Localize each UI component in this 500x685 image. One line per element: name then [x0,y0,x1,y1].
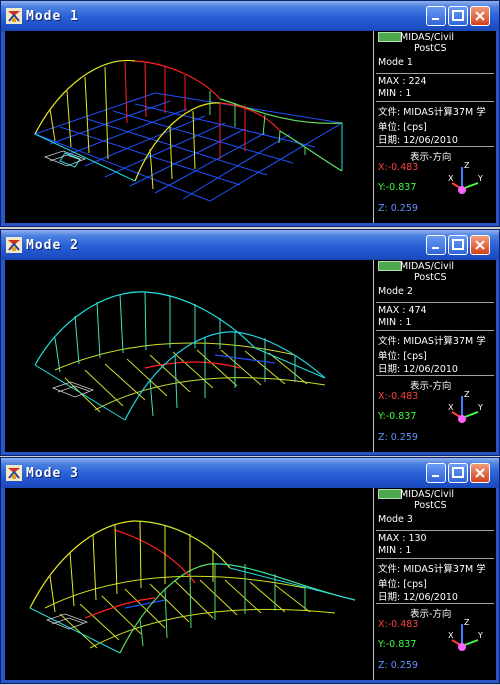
minimize-button[interactable] [426,235,446,255]
product-name: MIDAS/Civil [400,32,455,43]
mode-1-window[interactable]: Mode 1 MIDAS/Civil PostCS Mode 1 MAX: 2… [0,0,500,227]
date-label: 日期: 12/06/2010 [378,592,458,603]
midas-app-icon[interactable] [6,465,22,481]
product-name: MIDAS/Civil [400,489,455,500]
window-title: Mode 2 [26,238,79,253]
title-bar[interactable]: Mode 3 [1,458,499,488]
z-direction: Z: 0.259 [378,432,418,443]
axis-triad-icon: Z Y X [448,390,483,423]
maximize-button[interactable] [448,235,468,255]
y-direction: Y:-0.837 [378,639,417,650]
z-direction: Z: 0.259 [378,660,418,671]
window-title: Mode 1 [26,9,79,24]
maximize-button[interactable] [448,463,468,483]
minimize-button[interactable] [426,6,446,26]
window-title: Mode 3 [26,466,79,481]
file-label: 文件: MIDAS计算37M 学 [378,336,486,347]
max-value: MAX : 474 [378,305,427,316]
y-direction: Y:-0.837 [378,411,417,422]
svg-text:X: X [448,631,454,640]
mode-label: Mode 3 [378,514,413,525]
min-value: MIN : 1 [378,317,412,328]
svg-text:X: X [448,174,454,183]
close-button[interactable] [470,6,490,26]
minimize-button[interactable] [426,463,446,483]
svg-text:Y: Y [477,174,483,183]
maximize-icon [452,467,464,478]
mode-label: Mode 2 [378,286,413,297]
close-icon [475,240,485,250]
minimize-icon [432,18,439,20]
window-client-area: MIDAS/Civil PostCS Mode 1 MAX : 224 MIN … [5,31,496,223]
svg-text:Z: Z [464,161,470,170]
unit-label: 单位: [cps] [378,351,427,362]
svg-text:X: X [448,403,454,412]
window-client-area: MIDAS/Civil PostCS Mode 2 MAX : 474 MIN … [5,260,496,452]
midas-app-icon[interactable] [6,8,22,24]
maximize-button[interactable] [448,6,468,26]
legend-panel: MIDAS/Civil PostCS Mode 2 MAX : 474 MIN … [373,260,496,452]
max-value: MAX : 130 [378,533,427,544]
mode-label: Mode 1 [378,57,413,68]
svg-text:Y: Y [477,403,483,412]
model-viewport[interactable] [5,488,372,680]
unit-label: 单位: [cps] [378,579,427,590]
maximize-icon [452,239,464,250]
x-direction: X:-0.483 [378,391,419,402]
z-direction: Z: 0.259 [378,203,418,214]
file-label: 文件: MIDAS计算37M 学 [378,107,486,118]
product-name: MIDAS/Civil [400,261,455,272]
title-bar[interactable]: Mode 1 [1,1,499,31]
view-direction-label: 表示-方向 [410,381,452,392]
midas-logo [378,32,402,42]
mode-3-window[interactable]: Mode 3 MIDAS/Civil PostCS Mode 3 MAX: 1… [0,457,500,684]
bridge-mode-shape-3 [29,520,356,654]
x-direction: X:-0.483 [378,619,419,630]
min-value: MIN : 1 [378,545,412,556]
unit-label: 单位: [cps] [378,122,427,133]
midas-logo [378,261,402,271]
svg-text:Z: Z [464,390,470,399]
bridge-mode-shape-2 [34,291,326,421]
axis-triad-icon: Z Y X [448,161,483,194]
window-client-area: MIDAS/Civil PostCS Mode 3 MAX : 130 MIN … [5,488,496,680]
close-icon [475,468,485,478]
mode-2-window[interactable]: Mode 2 MIDAS/Civil PostCS Mode 2 MAX: 4… [0,229,500,456]
x-direction: X:-0.483 [378,162,419,173]
bridge-mode-shape-1 [33,59,344,202]
minimize-icon [432,247,439,249]
midas-logo [378,489,402,499]
svg-text:Z: Z [464,618,470,627]
model-viewport[interactable] [5,31,372,223]
min-value: MIN : 1 [378,88,412,99]
postcs-label: PostCS [414,43,447,54]
date-label: 日期: 12/06/2010 [378,364,458,375]
minimize-icon [432,475,439,477]
title-bar[interactable]: Mode 2 [1,230,499,260]
legend-panel: MIDAS/Civil PostCS Mode 3 MAX : 130 MIN … [373,488,496,680]
date-label: 日期: 12/06/2010 [378,135,458,146]
model-viewport[interactable] [5,260,372,452]
view-direction-label: 表示-方向 [410,152,452,163]
close-button[interactable] [470,235,490,255]
maximize-icon [452,10,464,21]
svg-text:Y: Y [477,631,483,640]
postcs-label: PostCS [414,272,447,283]
close-icon [475,11,485,21]
max-value: MAX : 224 [378,76,427,87]
y-direction: Y:-0.837 [378,182,417,193]
close-button[interactable] [470,463,490,483]
midas-app-icon[interactable] [6,237,22,253]
file-label: 文件: MIDAS计算37M 学 [378,564,486,575]
axis-triad-icon: Z Y X [448,618,483,651]
postcs-label: PostCS [414,500,447,511]
legend-panel: MIDAS/Civil PostCS Mode 1 MAX : 224 MIN … [373,31,496,223]
view-direction-label: 表示-方向 [410,609,452,620]
